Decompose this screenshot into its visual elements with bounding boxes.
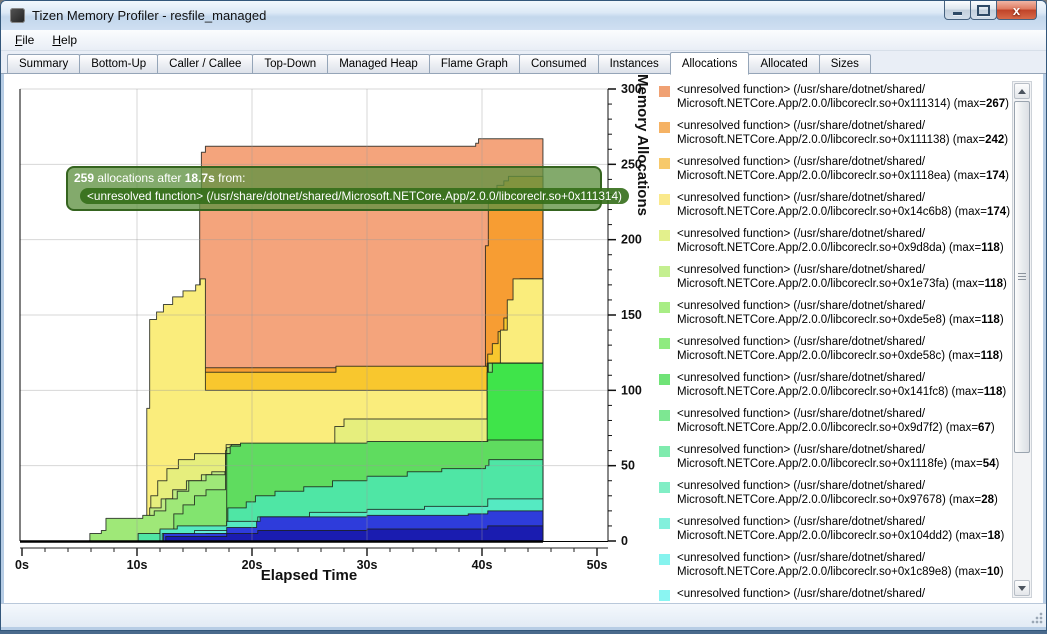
tooltip-function: <unresolved function> (/usr/share/dotnet… <box>80 188 629 204</box>
legend-label: <unresolved function> (/usr/share/dotnet… <box>677 191 1010 219</box>
resize-grip[interactable] <box>1031 612 1043 624</box>
legend-label: <unresolved function> (/usr/share/dotnet… <box>677 371 1006 399</box>
x-axis-title: Elapsed Time <box>144 567 474 584</box>
legend-swatch-icon <box>659 122 670 133</box>
legend-label: <unresolved function> (/usr/share/dotnet… <box>677 263 1007 291</box>
legend-item-1[interactable]: <unresolved function> (/usr/share/dotnet… <box>659 119 1015 147</box>
legend-label: <unresolved function> (/usr/share/dotnet… <box>677 119 1008 147</box>
legend-label: <unresolved function> (/usr/share/dotnet… <box>677 83 1009 111</box>
minimize-button[interactable] <box>944 1 971 20</box>
tab-instances[interactable]: Instances <box>598 54 671 74</box>
legend-label: <unresolved function> (/usr/share/dotnet… <box>677 335 1003 363</box>
tab-sizes[interactable]: Sizes <box>819 54 871 74</box>
close-icon: x <box>1013 3 1020 18</box>
legend-swatch-icon <box>659 374 670 385</box>
legend-item-3[interactable]: <unresolved function> (/usr/share/dotnet… <box>659 191 1015 219</box>
maximize-icon <box>977 5 990 16</box>
maximize-button[interactable] <box>970 1 997 20</box>
scrollbar-thumb[interactable] <box>1014 101 1030 453</box>
tab-bar: SummaryBottom-UpCaller / CalleeTop-DownM… <box>1 51 1046 74</box>
legend-item-11[interactable]: <unresolved function> (/usr/share/dotnet… <box>659 479 1015 507</box>
legend-item-0[interactable]: <unresolved function> (/usr/share/dotnet… <box>659 83 1015 111</box>
legend-swatch-icon <box>659 266 670 277</box>
tab-summary[interactable]: Summary <box>7 54 80 74</box>
scroll-up-button[interactable] <box>1014 83 1030 99</box>
allocations-panel: 0s10s20s30s40s50s050100150200250300 Elap… <box>4 74 1043 603</box>
title-bar[interactable]: Tizen Memory Profiler - resfile_managed … <box>1 1 1046 30</box>
status-bar <box>1 603 1046 627</box>
legend-label: <unresolved function> (/usr/share/dotnet… <box>677 515 1004 543</box>
legend-item-13[interactable]: <unresolved function> (/usr/share/dotnet… <box>659 551 1015 579</box>
close-button[interactable]: x <box>996 1 1037 20</box>
legend-item-4[interactable]: <unresolved function> (/usr/share/dotnet… <box>659 227 1015 255</box>
legend-item-6[interactable]: <unresolved function> (/usr/share/dotnet… <box>659 299 1015 327</box>
legend-label: <unresolved function> (/usr/share/dotnet… <box>677 299 1004 327</box>
tooltip-summary: 259 allocations after 18.7s from: <box>74 171 594 185</box>
y-tick-label: 0 <box>621 534 628 548</box>
legend-item-7[interactable]: <unresolved function> (/usr/share/dotnet… <box>659 335 1015 363</box>
arrow-down-icon <box>1018 586 1026 591</box>
x-tick-label: 0s <box>15 558 29 572</box>
scrollbar-grip-icon <box>1018 273 1026 281</box>
legend-item-14[interactable]: <unresolved function> (/usr/share/dotnet… <box>659 587 1015 601</box>
scroll-down-button[interactable] <box>1014 580 1030 596</box>
legend-swatch-icon <box>659 410 670 421</box>
minimize-icon <box>953 12 962 15</box>
legend-label: <unresolved function> (/usr/share/dotnet… <box>677 443 999 471</box>
window-controls: x <box>945 1 1037 20</box>
tab-top-down[interactable]: Top-Down <box>252 54 328 74</box>
legend-swatch-icon <box>659 446 670 457</box>
tab-flame-graph[interactable]: Flame Graph <box>429 54 520 74</box>
legend-item-2[interactable]: <unresolved function> (/usr/share/dotnet… <box>659 155 1015 183</box>
legend-swatch-icon <box>659 86 670 97</box>
app-window: Tizen Memory Profiler - resfile_managed … <box>0 0 1047 634</box>
chart-legend: <unresolved function> (/usr/share/dotnet… <box>655 74 1015 603</box>
app-icon <box>10 8 25 23</box>
x-tick-label: 50s <box>587 558 608 572</box>
tab-consumed[interactable]: Consumed <box>519 54 599 74</box>
tab-managed-heap[interactable]: Managed Heap <box>327 54 430 74</box>
legend-swatch-icon <box>659 194 670 205</box>
legend-swatch-icon <box>659 482 670 493</box>
legend-label: <unresolved function> (/usr/share/dotnet… <box>677 551 1004 579</box>
menu-help[interactable]: Help <box>43 31 86 49</box>
legend-swatch-icon <box>659 158 670 169</box>
legend-label: <unresolved function> (/usr/share/dotnet… <box>677 407 995 435</box>
legend-swatch-icon <box>659 338 670 349</box>
x-tick-label: 40s <box>472 558 493 572</box>
y-axis-title: Memory Allocations <box>634 74 651 534</box>
legend-item-8[interactable]: <unresolved function> (/usr/share/dotnet… <box>659 371 1015 399</box>
legend-scrollbar[interactable] <box>1012 81 1032 598</box>
legend-item-10[interactable]: <unresolved function> (/usr/share/dotnet… <box>659 443 1015 471</box>
window-title: Tizen Memory Profiler - resfile_managed <box>32 8 266 23</box>
legend-label: <unresolved function> (/usr/share/dotnet… <box>677 587 925 601</box>
legend-swatch-icon <box>659 554 670 565</box>
legend-item-12[interactable]: <unresolved function> (/usr/share/dotnet… <box>659 515 1015 543</box>
tab-allocated[interactable]: Allocated <box>748 54 819 74</box>
arrow-up-icon <box>1018 89 1026 94</box>
tab-allocations[interactable]: Allocations <box>670 52 750 75</box>
menu-file[interactable]: File <box>6 31 43 49</box>
legend-swatch-icon <box>659 518 670 529</box>
legend-label: <unresolved function> (/usr/share/dotnet… <box>677 479 998 507</box>
chart-tooltip: 259 allocations after 18.7s from: <unres… <box>66 166 602 211</box>
tab-bottom-up[interactable]: Bottom-Up <box>79 54 158 74</box>
allocations-chart[interactable]: 0s10s20s30s40s50s050100150200250300 <box>4 74 664 603</box>
legend-item-9[interactable]: <unresolved function> (/usr/share/dotnet… <box>659 407 1015 435</box>
menu-bar: FileHelp <box>1 30 1046 51</box>
legend-swatch-icon <box>659 230 670 241</box>
legend-item-5[interactable]: <unresolved function> (/usr/share/dotnet… <box>659 263 1015 291</box>
legend-label: <unresolved function> (/usr/share/dotnet… <box>677 227 1004 255</box>
tabs: SummaryBottom-UpCaller / CalleeTop-DownM… <box>7 52 870 74</box>
tab-caller-callee[interactable]: Caller / Callee <box>157 54 253 74</box>
legend-swatch-icon <box>659 590 670 601</box>
y-tick-label: 50 <box>621 459 635 473</box>
legend-swatch-icon <box>659 302 670 313</box>
legend-label: <unresolved function> (/usr/share/dotnet… <box>677 155 1009 183</box>
